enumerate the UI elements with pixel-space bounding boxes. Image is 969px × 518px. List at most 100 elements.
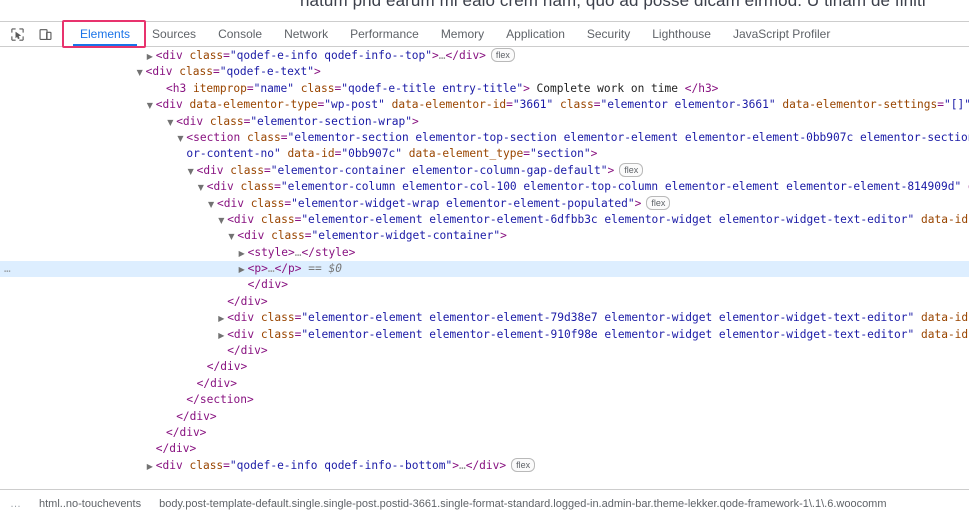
dom-node[interactable]: ▼ <div data-elementor-type = "wp-post" data… <box>0 97 969 113</box>
chevron-down-icon[interactable]: ▼ <box>198 180 207 196</box>
flex-badge[interactable]: flex <box>646 195 671 210</box>
dom-node[interactable]: ▼</div> <box>0 359 969 375</box>
flex-badge[interactable]: flex <box>511 457 536 472</box>
dom-node[interactable]: ▼or-content-no" data-id="0bb907c" data-e… <box>0 146 969 162</box>
node-twisty-spacer: ▼ <box>218 344 227 360</box>
dom-token-attr: class <box>260 212 295 226</box>
chevron-down-icon[interactable]: ▼ <box>147 98 156 114</box>
chevron-right-icon[interactable]: ▶ <box>218 328 227 344</box>
dom-token-pun: <div <box>217 196 251 210</box>
inspect-element-icon[interactable] <box>6 23 28 45</box>
dom-node[interactable]: ▼</div> <box>0 343 969 359</box>
breadcrumb-overflow-icon[interactable]: … <box>0 498 30 510</box>
dom-token-pun: </div> <box>465 458 507 472</box>
node-gutter-ellipsis: … <box>4 262 11 276</box>
chevron-down-icon[interactable]: ▼ <box>167 115 176 131</box>
dom-token-val: "elementor elementor-3661" <box>600 98 776 112</box>
tab-memory[interactable]: Memory <box>430 22 495 46</box>
tab-label: Lighthouse <box>652 27 711 41</box>
chevron-right-icon[interactable]: ▶ <box>239 246 248 262</box>
chevron-down-icon[interactable]: ▼ <box>137 65 146 81</box>
tab-label: Performance <box>350 27 419 41</box>
tab-label: Network <box>284 27 329 41</box>
dom-node[interactable]: ▼ <div class="elementor-widget-container"… <box>0 228 969 244</box>
tab-sources[interactable]: Sources <box>141 22 207 46</box>
dom-token-sel0: == $0 <box>301 262 342 276</box>
dom-token-pun <box>914 213 921 226</box>
dom-token-pun: > <box>452 458 459 472</box>
dom-node[interactable]: ▼ <div class="elementor-column elementor-… <box>0 179 969 195</box>
flex-badge[interactable]: flex <box>490 48 515 62</box>
dom-node[interactable]: ▼</div> <box>0 376 969 392</box>
dom-node[interactable]: ▶ <div class="elementor-element elementor… <box>0 310 969 326</box>
dom-token-attr: data-elementor-settings <box>782 98 938 112</box>
dom-token-val: "[]" <box>944 98 969 112</box>
chevron-right-icon[interactable]: ▶ <box>147 49 156 65</box>
dom-node[interactable]: ▼</div> <box>0 425 969 441</box>
breadcrumb-item-body[interactable]: body.post-template-default.single.single… <box>150 498 895 510</box>
chevron-right-icon[interactable]: ▶ <box>239 262 248 278</box>
chevron-right-icon[interactable]: ▶ <box>218 311 227 327</box>
chevron-right-icon[interactable]: ▶ <box>147 459 156 475</box>
tab-security[interactable]: Security <box>576 22 641 46</box>
dom-token-pun: <div <box>155 98 190 112</box>
tab-javascript-profiler[interactable]: JavaScript Profiler <box>722 22 841 46</box>
tab-console[interactable]: Console <box>207 22 273 46</box>
tab-elements[interactable]: Elements <box>69 22 141 46</box>
tab-label: Security <box>586 27 631 41</box>
dom-tree-panel[interactable]: ▶ <div class="qodef-e-info qodef-info--to… <box>0 47 969 489</box>
dom-token-pun: = <box>246 81 254 95</box>
dom-node[interactable]: ▼</div> <box>0 409 969 425</box>
toolbar-icon-group <box>0 22 60 46</box>
dom-token-val: "elementor-element elementor-element-79d… <box>301 311 915 325</box>
dom-breadcrumb-bar: … html..no-touchevents body.post-templat… <box>0 489 969 518</box>
tab-lighthouse[interactable]: Lighthouse <box>641 22 722 46</box>
dom-token-dots: … <box>458 458 466 472</box>
dom-token-val: "elementor-section-wrap" <box>250 114 412 128</box>
dom-node[interactable]: ▼ <div class="elementor-section-wrap"> <box>0 114 969 130</box>
device-toolbar-icon[interactable] <box>34 23 56 45</box>
dom-token-pun: = <box>274 180 281 194</box>
dom-token-val: "elementor-widget-container" <box>311 229 501 243</box>
dom-token-pun: = <box>223 458 230 472</box>
dom-token-pun: <div <box>155 458 190 472</box>
breadcrumb-item-html[interactable]: html..no-touchevents <box>30 498 150 510</box>
node-twisty-spacer: ▼ <box>157 426 166 442</box>
page-content-bleed: natum phd earum mi ealo crem nam, quo ad… <box>0 0 969 21</box>
chevron-down-icon[interactable]: ▼ <box>218 213 227 229</box>
dom-token-attr: data-id <box>287 147 335 161</box>
dom-node[interactable]: ▼ <div class="elementor-element elementor… <box>0 212 969 228</box>
dom-node[interactable]: ▼ <div class="qodef-e-text"> <box>0 64 969 80</box>
dom-node[interactable]: ▼</section> <box>0 392 969 408</box>
dom-node[interactable]: ▼</div> <box>0 441 969 457</box>
dom-node[interactable]: ▼</div> <box>0 294 969 310</box>
chevron-down-icon[interactable]: ▼ <box>188 164 197 180</box>
dom-token-val: "qodef-e-text" <box>219 65 315 79</box>
dom-node-selected[interactable]: … ▶ <p>…</p> == $0 <box>0 261 969 278</box>
dom-token-val: "elementor-element elementor-element-6df… <box>301 212 915 226</box>
page-bleed-text: natum phd earum mi ealo crem nam, quo ad… <box>300 0 926 10</box>
dom-node[interactable]: ▼ <section class="elementor-section eleme… <box>0 130 969 146</box>
dom-node[interactable]: ▶ <div class="qodef-e-info qodef-info--bo… <box>0 457 969 475</box>
dom-node[interactable]: ▼ <div class="elementor-widget-wrap eleme… <box>0 195 969 213</box>
dom-token-attr: class <box>300 81 335 95</box>
node-twisty-spacer: ▼ <box>218 295 227 311</box>
dom-token-attr: class <box>240 180 275 194</box>
dom-node[interactable]: ▼</div> <box>0 277 969 293</box>
tab-application[interactable]: Application <box>495 22 576 46</box>
tab-network[interactable]: Network <box>273 22 339 46</box>
dom-token-pun: </div> <box>176 409 217 423</box>
tab-performance[interactable]: Performance <box>339 22 430 46</box>
dom-node[interactable]: ▶ <style>…</style> <box>0 245 969 261</box>
dom-node[interactable]: ▼<h3 itemprop="name" class="qodef-e-titl… <box>0 81 969 97</box>
tab-label: Console <box>218 27 263 41</box>
dom-node[interactable]: ▼ <div class="elementor-container element… <box>0 162 969 180</box>
dom-node[interactable]: ▶ <div class="qodef-e-info qodef-info--to… <box>0 48 969 64</box>
dom-token-pun: </div> <box>155 442 197 456</box>
dom-token-pun: </div> <box>227 294 268 308</box>
dom-node[interactable]: ▶ <div class="elementor-element elementor… <box>0 327 969 343</box>
flex-badge[interactable]: flex <box>619 162 644 177</box>
chevron-down-icon[interactable]: ▼ <box>208 197 217 213</box>
dom-token-pun: </div> <box>196 376 238 390</box>
toolbar-divider <box>62 27 63 41</box>
